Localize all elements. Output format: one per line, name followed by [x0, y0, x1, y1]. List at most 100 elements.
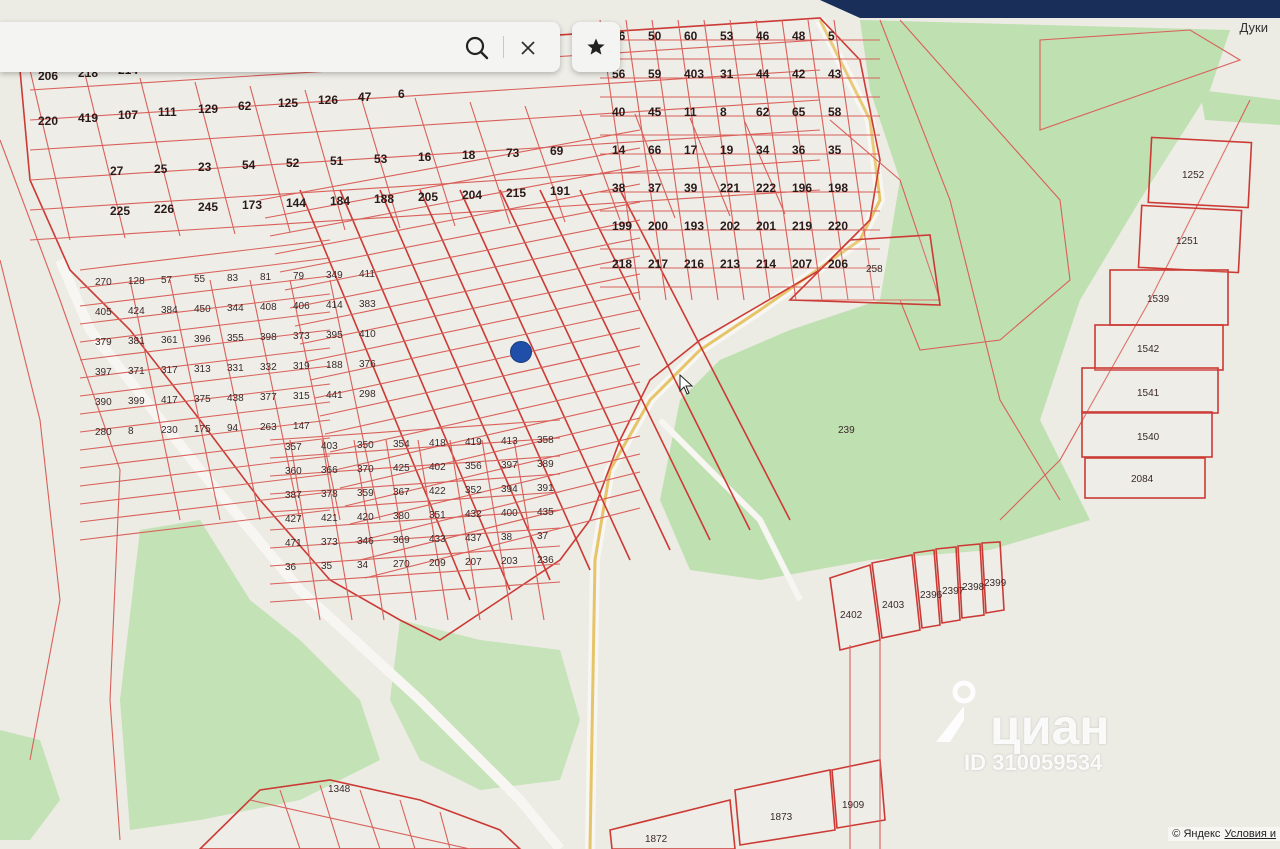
- parcel-number: 471: [285, 538, 302, 549]
- parcel-number: 378: [321, 489, 338, 500]
- parcel-number: 51: [330, 154, 344, 168]
- parcel-number: 46: [756, 29, 770, 43]
- parcel-number: 128: [128, 276, 145, 287]
- parcel-number: 356: [465, 461, 482, 472]
- parcel-number: 315: [293, 391, 310, 402]
- parcel-number: 18: [462, 148, 476, 162]
- parcel-number: 370: [357, 464, 374, 475]
- parcel-number: 402: [429, 462, 446, 473]
- search-icon[interactable]: [462, 33, 492, 63]
- parcel-number: 403: [684, 67, 704, 81]
- parcel-number: 221: [720, 181, 740, 195]
- parcel-number: 383: [359, 299, 376, 310]
- parcel-number: 433: [429, 534, 446, 545]
- parcel-number: 424: [128, 306, 145, 317]
- favorite-button[interactable]: [572, 22, 620, 72]
- parcel-number: 270: [95, 277, 112, 288]
- parcel-number: 403: [321, 441, 338, 452]
- parcel-number: 38: [501, 532, 513, 543]
- parcel-number: 69: [550, 144, 564, 158]
- parcel-number: 346: [357, 536, 374, 547]
- parcel-number: 441: [326, 390, 343, 401]
- parcel-number: 175: [194, 424, 211, 435]
- large-parcel-number: 1348: [328, 784, 351, 795]
- large-parcel-number: 1872: [645, 834, 668, 845]
- parcel-number: 361: [161, 335, 178, 346]
- terms-link[interactable]: Условия и: [1224, 828, 1276, 840]
- parcel-number: 319: [293, 361, 310, 372]
- parcel-number: 376: [359, 359, 376, 370]
- parcel-number: 399: [128, 396, 145, 407]
- parcel-number: 420: [357, 512, 374, 523]
- parcel-number: 418: [429, 438, 446, 449]
- large-parcel-number: 1542: [1137, 344, 1160, 355]
- parcel-number: 37: [648, 181, 662, 195]
- large-parcel-number: 2398: [962, 582, 985, 593]
- parcel-number: 215: [506, 186, 526, 200]
- parcel-number: 391: [537, 483, 554, 494]
- parcel-number: 50: [648, 29, 662, 43]
- parcel-number: 207: [465, 557, 482, 568]
- parcel-number: 57: [161, 275, 173, 286]
- parcel-number: 317: [161, 365, 178, 376]
- parcel-number: 395: [326, 330, 343, 341]
- copyright-text: © Яндекс: [1172, 828, 1221, 840]
- parcel-number: 209: [429, 558, 446, 569]
- parcel-number: 419: [465, 437, 482, 448]
- watermark-id: ID 310059534: [964, 750, 1103, 775]
- close-icon[interactable]: [513, 33, 543, 63]
- parcel-number: 351: [429, 510, 446, 521]
- parcel-number: 39: [684, 181, 698, 195]
- parcel-number: 55: [194, 274, 206, 285]
- large-parcel-number: 2084: [1131, 474, 1154, 485]
- parcel-number: 59: [648, 67, 662, 81]
- parcel-number: 313: [194, 364, 211, 375]
- parcel-number: 280: [95, 427, 112, 438]
- parcel-number: 200: [648, 219, 668, 233]
- parcel-number: 225: [110, 204, 130, 218]
- parcel-number: 220: [38, 114, 58, 128]
- parcel-number: 405: [95, 307, 112, 318]
- parcel-number: 205: [418, 190, 438, 204]
- parcel-number: 357: [285, 442, 302, 453]
- parcel-number: 53: [720, 29, 734, 43]
- large-parcel-number: 1540: [1137, 432, 1160, 443]
- location-dot-icon[interactable]: [510, 341, 532, 363]
- parcel-number: 37: [537, 531, 549, 542]
- parcel-number: 397: [501, 460, 518, 471]
- parcel-number: 184: [330, 194, 350, 208]
- parcel-number: 381: [128, 336, 145, 347]
- parcel-number: 419: [78, 111, 98, 125]
- large-parcel-number: 239: [838, 425, 855, 436]
- parcel-number: 369: [393, 535, 410, 546]
- parcel-number: 213: [720, 257, 740, 271]
- parcel-number: 204: [462, 188, 482, 202]
- parcel-number: 350: [357, 440, 374, 451]
- parcel-number: 66: [648, 143, 662, 157]
- large-parcel-number: 1873: [770, 812, 793, 823]
- search-bar[interactable]: [0, 22, 560, 72]
- parcel-number: 373: [293, 331, 310, 342]
- parcel-number: 220: [828, 219, 848, 233]
- parcel-number: 207: [792, 257, 812, 271]
- parcel-number: 54: [242, 158, 256, 172]
- parcel-number: 435: [537, 507, 554, 518]
- parcel-number: 379: [95, 337, 112, 348]
- parcel-number: 421: [321, 513, 338, 524]
- parcel-number: 60: [684, 29, 698, 43]
- parcel-number: 31: [720, 67, 734, 81]
- parcel-number: 360: [285, 466, 302, 477]
- parcel-number: 236: [537, 555, 554, 566]
- parcel-number: 193: [684, 219, 704, 233]
- parcel-number: 19: [720, 143, 734, 157]
- parcel-number: 6: [398, 87, 405, 101]
- parcel-number: 389: [537, 459, 554, 470]
- parcel-number: 226: [154, 202, 174, 216]
- parcel-number: 201: [756, 219, 776, 233]
- parcel-number: 203: [501, 556, 518, 567]
- parcel-number: 354: [393, 439, 410, 450]
- parcel-number: 216: [684, 257, 704, 271]
- parcel-number: 79: [293, 271, 305, 282]
- parcel-number: 35: [828, 143, 842, 157]
- parcel-number: 5: [828, 29, 835, 43]
